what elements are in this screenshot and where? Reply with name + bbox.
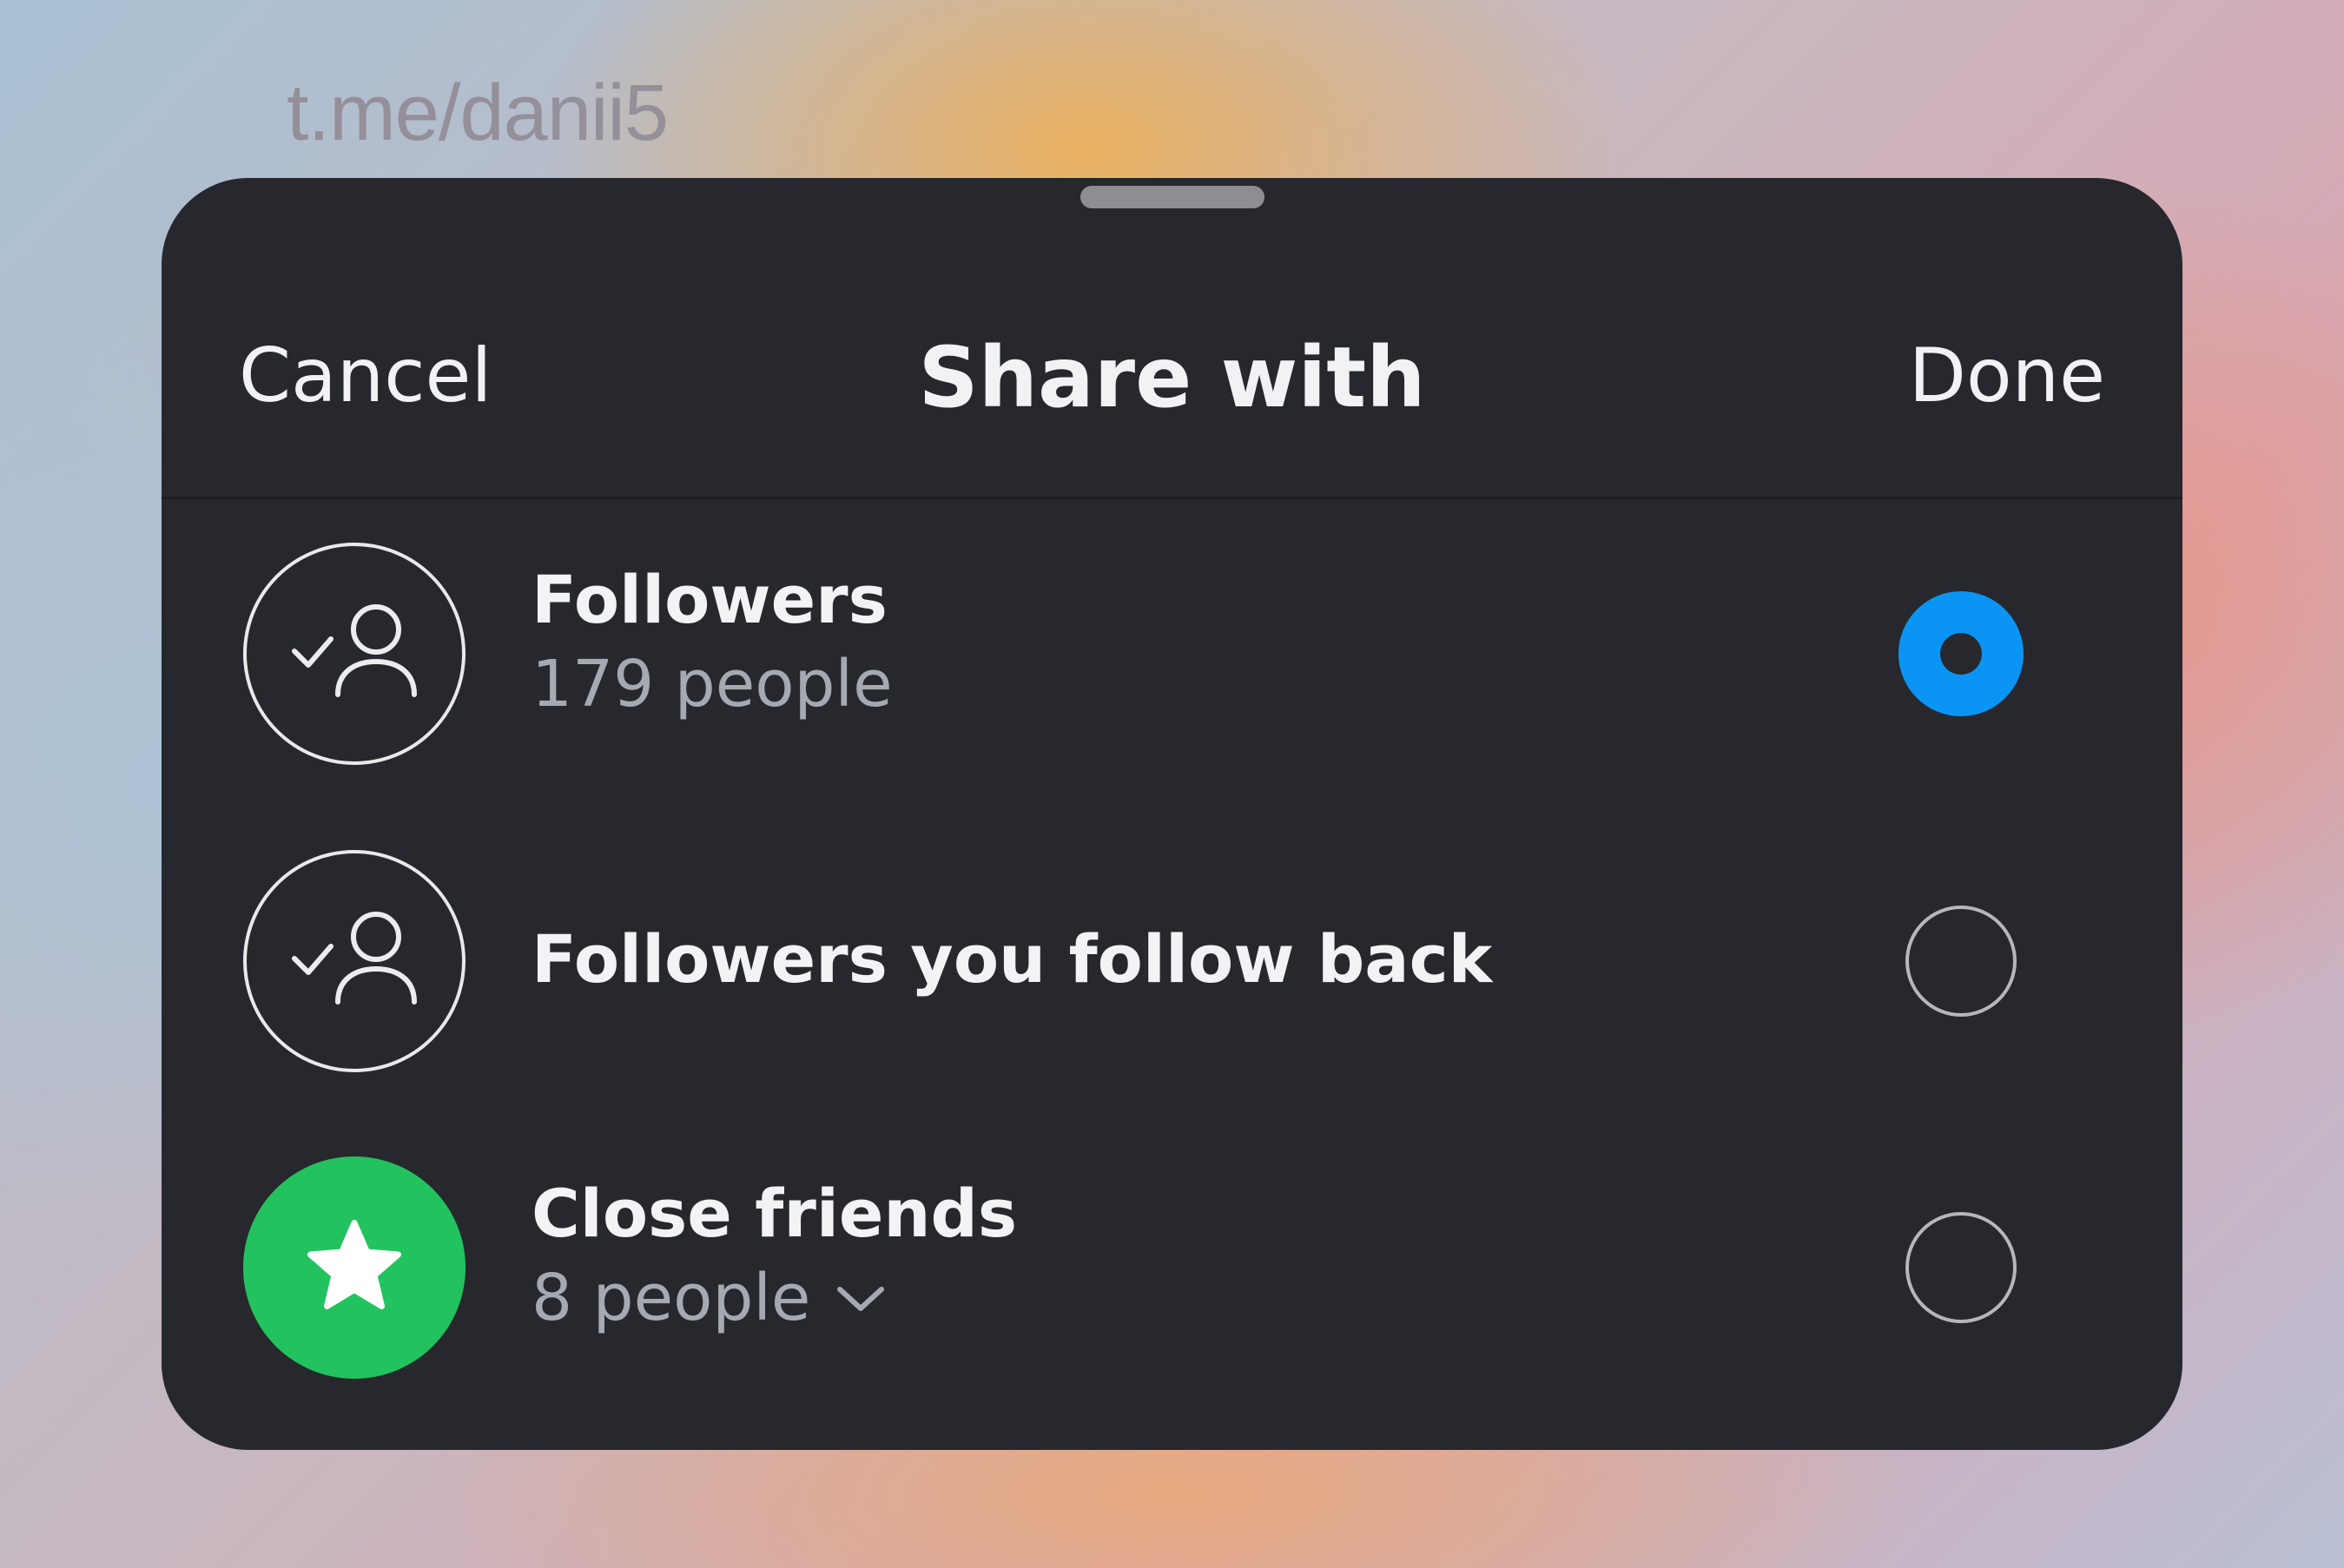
option-label: Close friends bbox=[532, 1175, 1018, 1252]
option-close-friends[interactable]: Close friends 8 people bbox=[162, 1156, 2182, 1417]
followers-icon bbox=[243, 850, 465, 1072]
option-close-friends-labels: Close friends 8 people bbox=[532, 1175, 1018, 1331]
star-icon bbox=[307, 1220, 401, 1309]
followers-icon bbox=[243, 543, 465, 765]
radio-followers-selected[interactable] bbox=[1898, 591, 2024, 716]
option-followers-you-follow-back[interactable]: Followers you follow back bbox=[162, 850, 2182, 1110]
person-check-icon bbox=[292, 912, 417, 1005]
radio-dot bbox=[1940, 633, 1982, 675]
radio-close-friends[interactable] bbox=[1905, 1212, 2017, 1323]
option-sublabel: 179 people bbox=[532, 647, 893, 721]
close-friends-count-dropdown[interactable]: 8 people bbox=[532, 1266, 1017, 1330]
chevron-down-icon bbox=[837, 1287, 885, 1311]
option-followers-labels: Followers 179 people bbox=[532, 561, 893, 721]
close-friends-icon bbox=[243, 1156, 465, 1379]
option-followers[interactable]: Followers 179 people bbox=[162, 543, 2182, 803]
sheet-title: Share with bbox=[918, 329, 1426, 426]
done-button[interactable]: Done bbox=[1909, 339, 2105, 413]
option-label: Followers bbox=[532, 561, 888, 638]
option-label: Followers you follow back bbox=[532, 920, 1493, 998]
option-follow-back-labels: Followers you follow back bbox=[532, 926, 1492, 992]
option-sublabel: 8 people bbox=[532, 1261, 811, 1335]
person-check-icon bbox=[292, 604, 417, 697]
share-with-sheet: Cancel Share with Done Followers 179 peo… bbox=[162, 178, 2182, 1450]
radio-follow-back[interactable] bbox=[1905, 906, 2017, 1017]
watermark-text: t.me/danii5 bbox=[287, 69, 669, 157]
sheet-header: Cancel Share with Done bbox=[162, 178, 2182, 499]
